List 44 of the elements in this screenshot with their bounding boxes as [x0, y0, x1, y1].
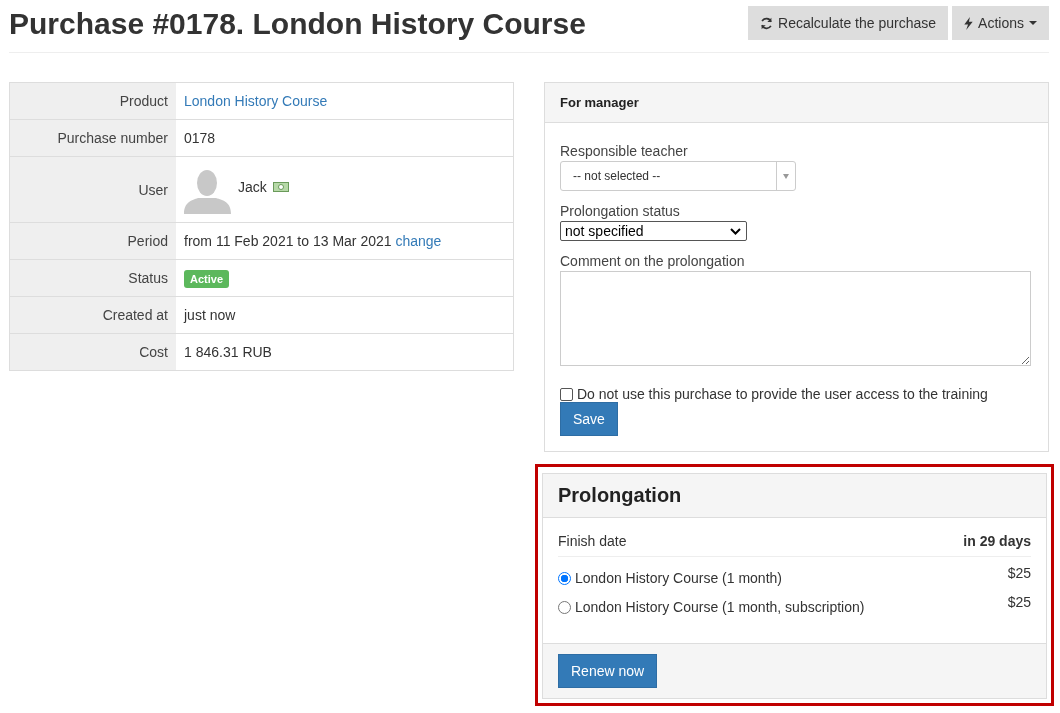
- comment-field[interactable]: [560, 271, 1031, 366]
- status-select[interactable]: not specified: [560, 221, 747, 241]
- checkbox-label: Do not use this purchase to provide the user access to the training: [577, 386, 988, 402]
- row-label: Purchase number: [9, 119, 176, 157]
- teacher-select[interactable]: -- not selected --: [560, 161, 796, 191]
- option-radio[interactable]: [558, 571, 571, 585]
- option-price: $25: [1007, 594, 1031, 612]
- row-value: 1 846.31 RUB: [184, 344, 272, 360]
- option-price: $25: [1007, 565, 1031, 583]
- field-label: Prolongation status: [560, 203, 680, 219]
- row-label: Period: [9, 222, 176, 260]
- panel-heading: Prolongation: [558, 484, 682, 506]
- product-link[interactable]: London History Course: [184, 93, 328, 109]
- banknote-icon: [272, 182, 289, 192]
- finish-label: Finish date: [558, 533, 627, 549]
- change-link[interactable]: change: [395, 233, 442, 249]
- row-label: User: [9, 156, 176, 223]
- avatar-silhouette-icon: [184, 170, 231, 214]
- recalculate-button[interactable]: Recalculate the purchase: [748, 6, 949, 40]
- panel-heading: For manager: [560, 95, 639, 110]
- field-label: Responsible teacher: [560, 143, 688, 159]
- option-label: London History Course (1 month, subscription): [575, 599, 865, 615]
- caret-icon: [1029, 21, 1037, 25]
- user-name: Jack: [238, 179, 267, 195]
- row-label: Cost: [9, 333, 176, 371]
- option-label: London History Course (1 month): [575, 570, 782, 586]
- row-value: just now: [184, 307, 236, 323]
- finish-value: in 29 days: [963, 533, 1031, 549]
- save-button[interactable]: Save: [560, 402, 618, 436]
- row-label: Product: [9, 82, 176, 120]
- row-label: Created at: [9, 296, 176, 334]
- chevron-down-icon: [730, 227, 741, 235]
- actions-button[interactable]: Actions: [952, 6, 1049, 40]
- period-text: from 11 Feb 2021 to 13 Mar 2021: [184, 233, 392, 249]
- renew-button[interactable]: Renew now: [558, 654, 658, 688]
- refresh-icon: [760, 16, 774, 30]
- field-label: Comment on the prolongation: [560, 253, 745, 269]
- page-title: Purchase #0178. London History Course: [9, 6, 586, 42]
- status-badge: Active: [184, 270, 230, 288]
- lightning-icon: [964, 16, 974, 30]
- caret-icon: [783, 173, 789, 179]
- access-checkbox[interactable]: [560, 387, 573, 401]
- row-label: Status: [9, 259, 176, 297]
- row-value: 0178: [184, 130, 216, 146]
